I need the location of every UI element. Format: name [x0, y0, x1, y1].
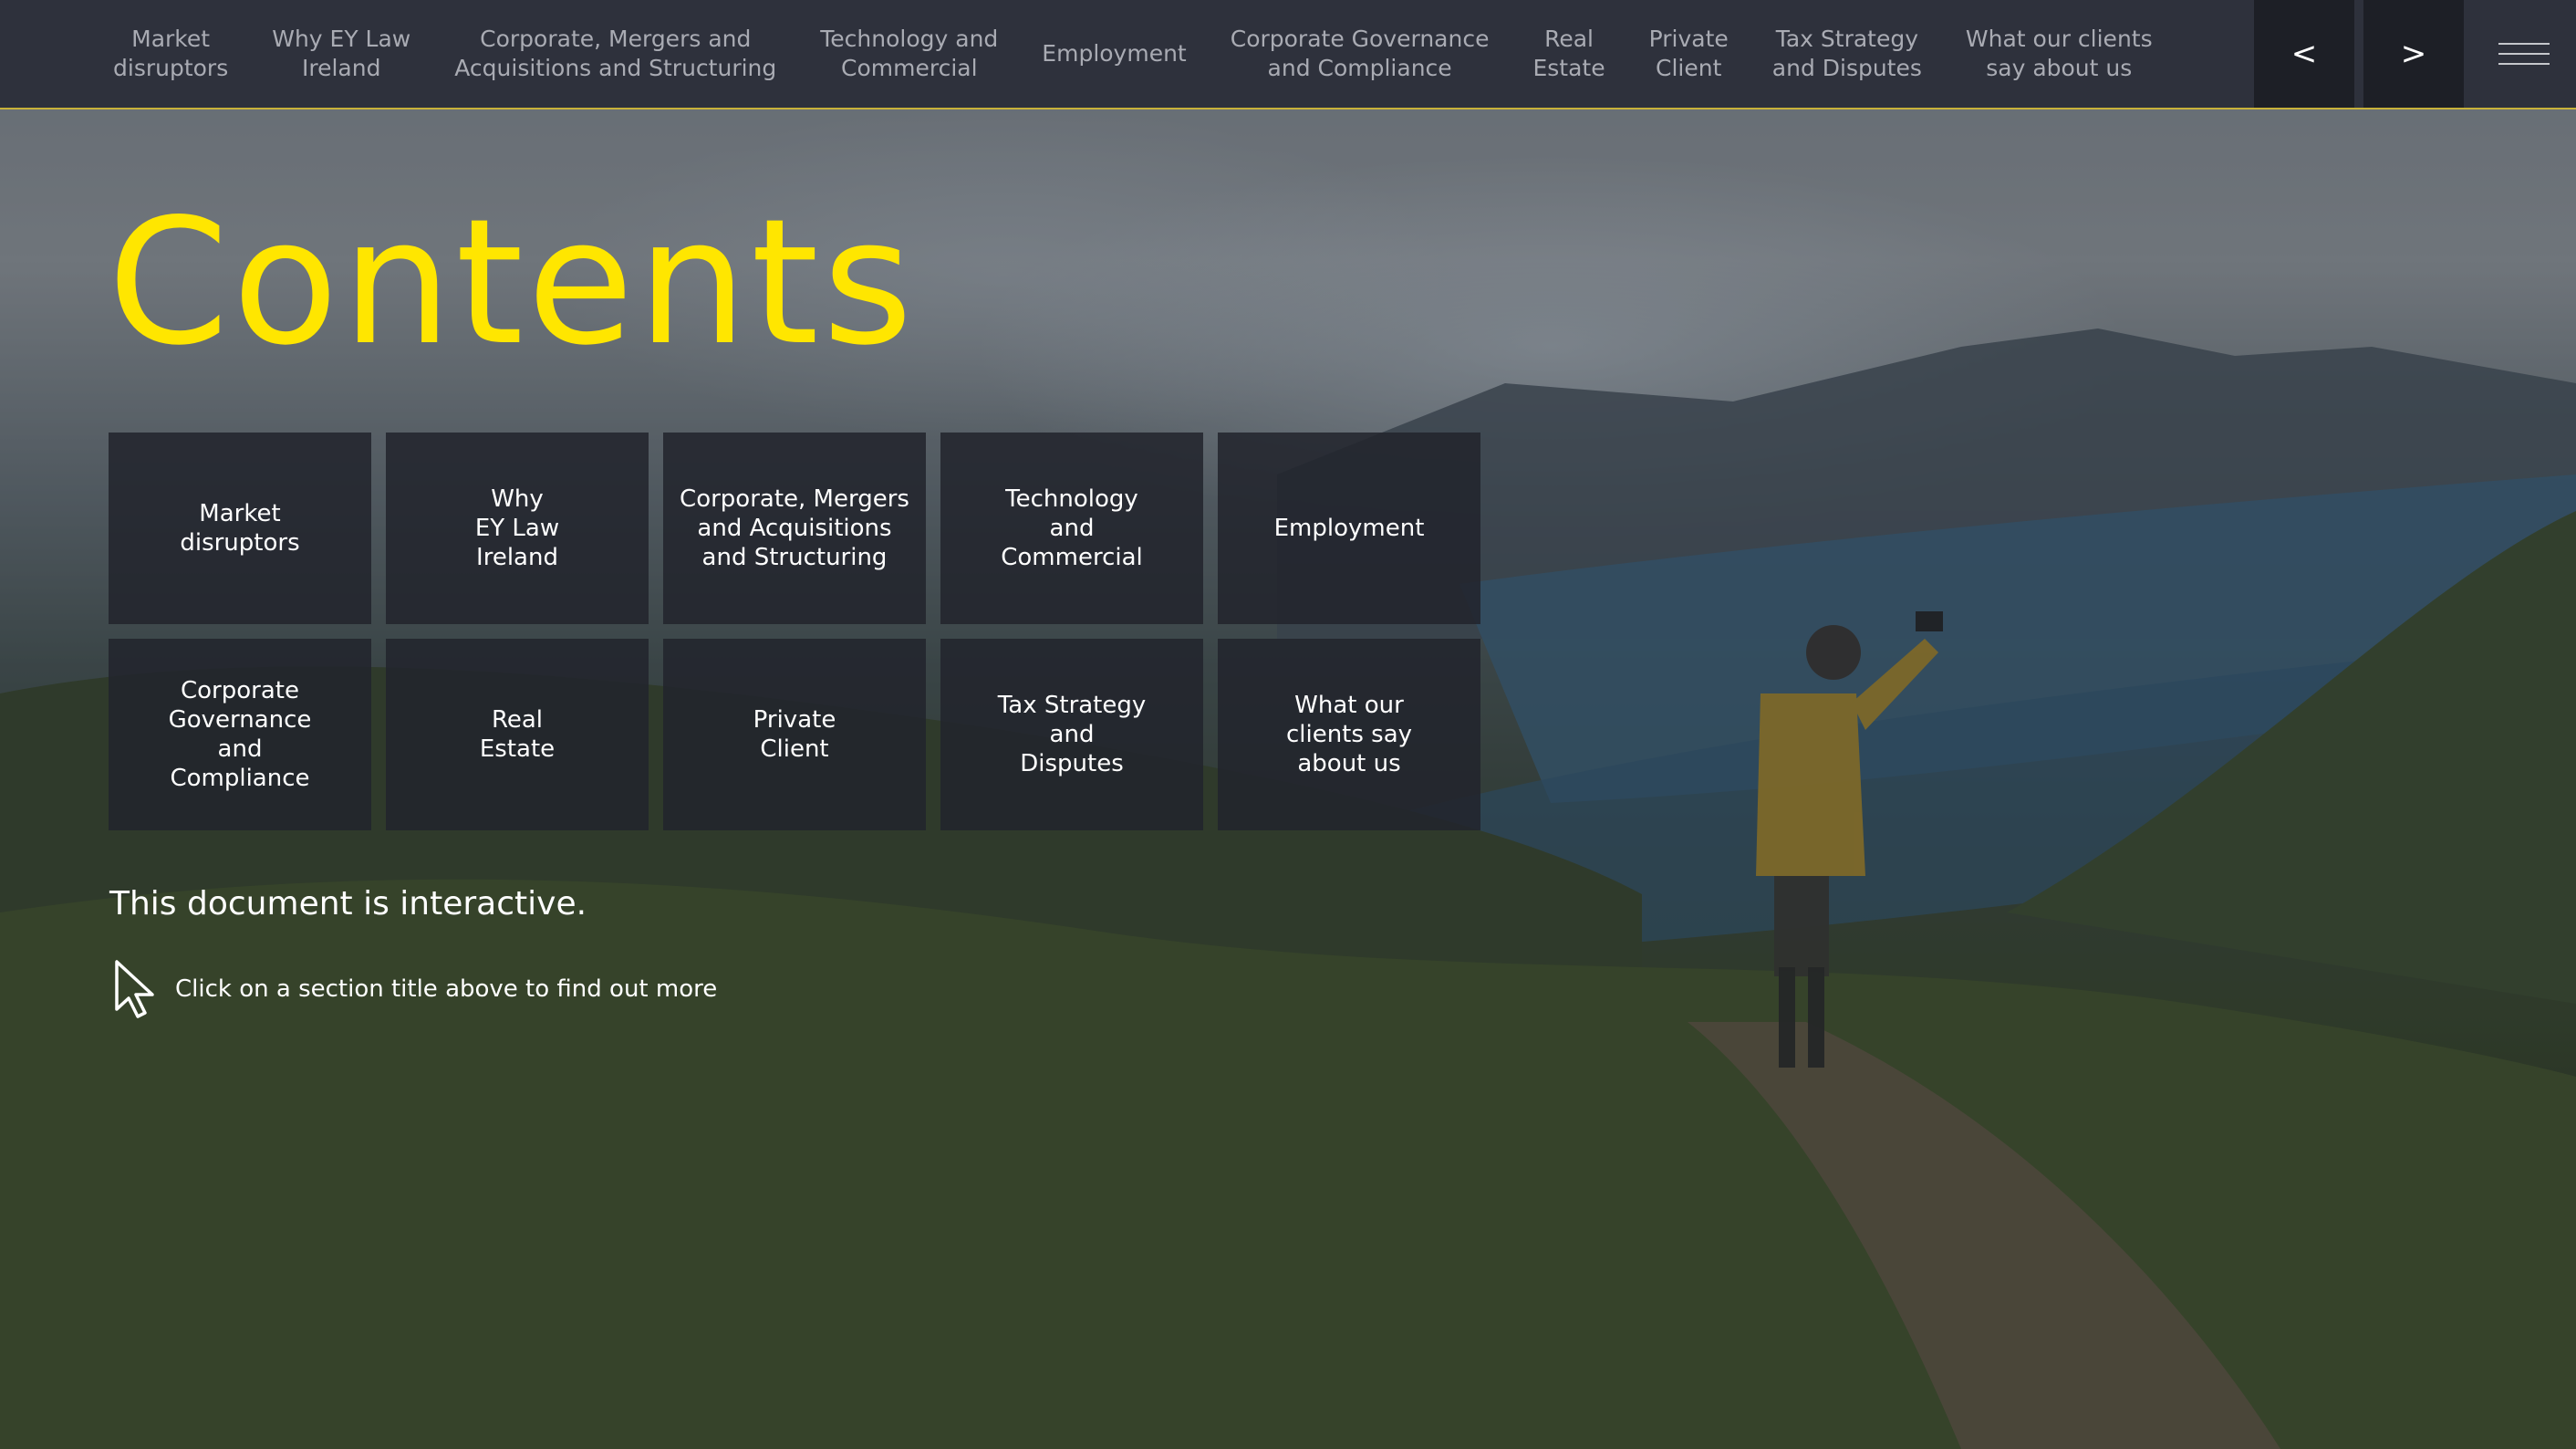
tile-employment[interactable]: Employment — [1218, 433, 1480, 624]
click-hint-text: Click on a section title above to find o… — [175, 975, 718, 1003]
nav-item-client-testimonials[interactable]: What our clients say about us — [1944, 25, 2175, 83]
previous-page-label: < — [2290, 36, 2318, 72]
contents-tile-grid: Market disruptors Why EY Law Ireland Cor… — [109, 433, 1482, 830]
tile-client-testimonials[interactable]: What our clients say about us — [1218, 639, 1480, 830]
nav-item-market-disruptors[interactable]: Market disruptors — [91, 25, 250, 83]
top-navigation-bar: Market disruptors Why EY Law Ireland Cor… — [0, 0, 2576, 109]
tile-corporate-governance[interactable]: Corporate Governance and Compliance — [109, 639, 371, 830]
tile-private-client[interactable]: Private Client — [663, 639, 926, 830]
page-title: Contents — [108, 182, 917, 383]
previous-page-button[interactable]: < — [2254, 0, 2354, 108]
interactive-note: This document is interactive. — [109, 885, 587, 923]
page: Market disruptors Why EY Law Ireland Cor… — [0, 0, 2576, 1449]
tile-why-ey-law-ireland[interactable]: Why EY Law Ireland — [386, 433, 649, 624]
section-navigation: Market disruptors Why EY Law Ireland Cor… — [0, 0, 2175, 108]
next-page-label: > — [2400, 36, 2427, 72]
tile-corporate-mergers[interactable]: Corporate, Mergers and Acquisitions and … — [663, 433, 926, 624]
next-page-button[interactable]: > — [2363, 0, 2464, 108]
nav-item-employment[interactable]: Employment — [1020, 39, 1208, 68]
nav-item-corporate-governance[interactable]: Corporate Governance and Compliance — [1209, 25, 1511, 83]
click-hint: Click on a section title above to find o… — [113, 960, 717, 1018]
tile-market-disruptors[interactable]: Market disruptors — [109, 433, 371, 624]
menu-button[interactable] — [2472, 0, 2576, 108]
nav-item-tax-strategy[interactable]: Tax Strategy and Disputes — [1750, 25, 1944, 83]
nav-item-private-client[interactable]: Private Client — [1627, 25, 1750, 83]
tile-real-estate[interactable]: Real Estate — [386, 639, 649, 830]
hamburger-menu-icon — [2498, 35, 2550, 73]
nav-item-real-estate[interactable]: Real Estate — [1511, 25, 1626, 83]
nav-item-technology-commercial[interactable]: Technology and Commercial — [798, 25, 1020, 83]
mouse-pointer-icon — [115, 960, 154, 1018]
tile-technology-commercial[interactable]: Technology and Commercial — [940, 433, 1203, 624]
nav-item-corporate-mergers[interactable]: Corporate, Mergers and Acquisitions and … — [432, 25, 798, 83]
tile-tax-strategy[interactable]: Tax Strategy and Disputes — [940, 639, 1203, 830]
nav-item-why-ey-law-ireland[interactable]: Why EY Law Ireland — [250, 25, 432, 83]
